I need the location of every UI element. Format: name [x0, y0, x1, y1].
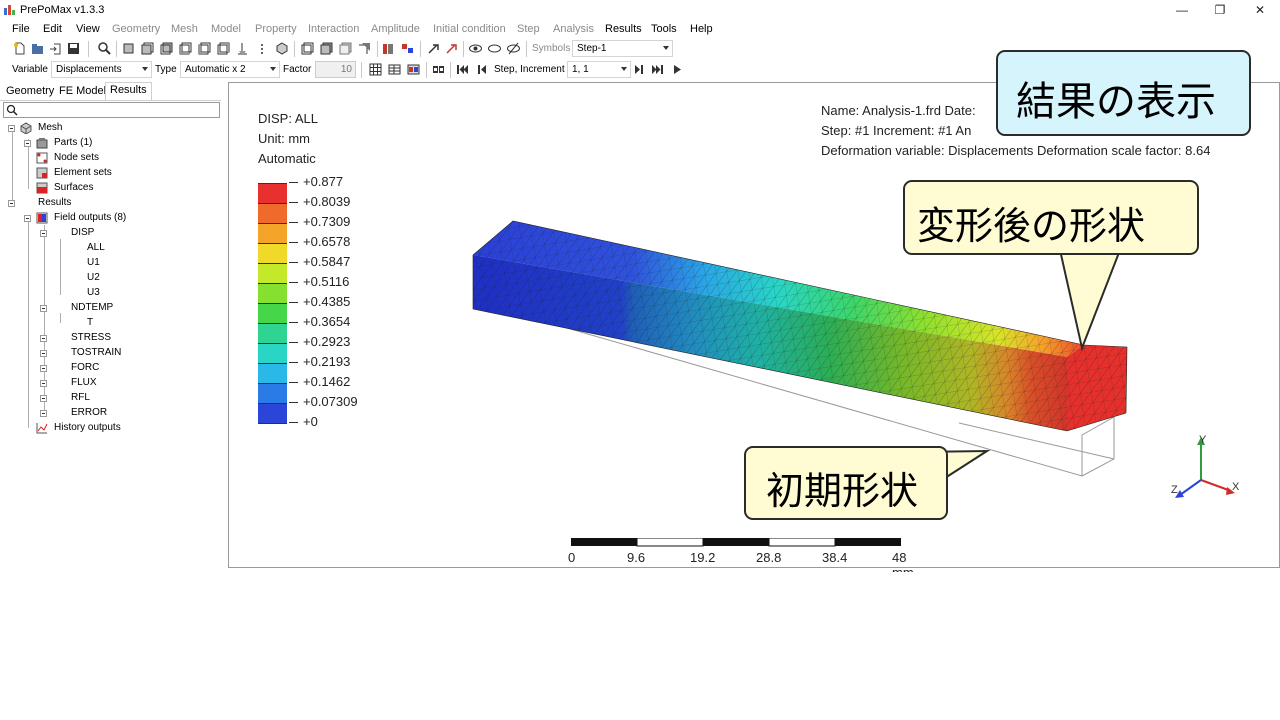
blank-slide-area: [0, 572, 1280, 720]
callout-deformed-shape: 変形後の形状: [903, 180, 1199, 255]
callout-deformed-text: 変形後の形状: [917, 204, 1146, 248]
callout-initial-text: 初期形状: [766, 469, 919, 513]
callout-initial-shape: 初期形状: [744, 446, 948, 520]
